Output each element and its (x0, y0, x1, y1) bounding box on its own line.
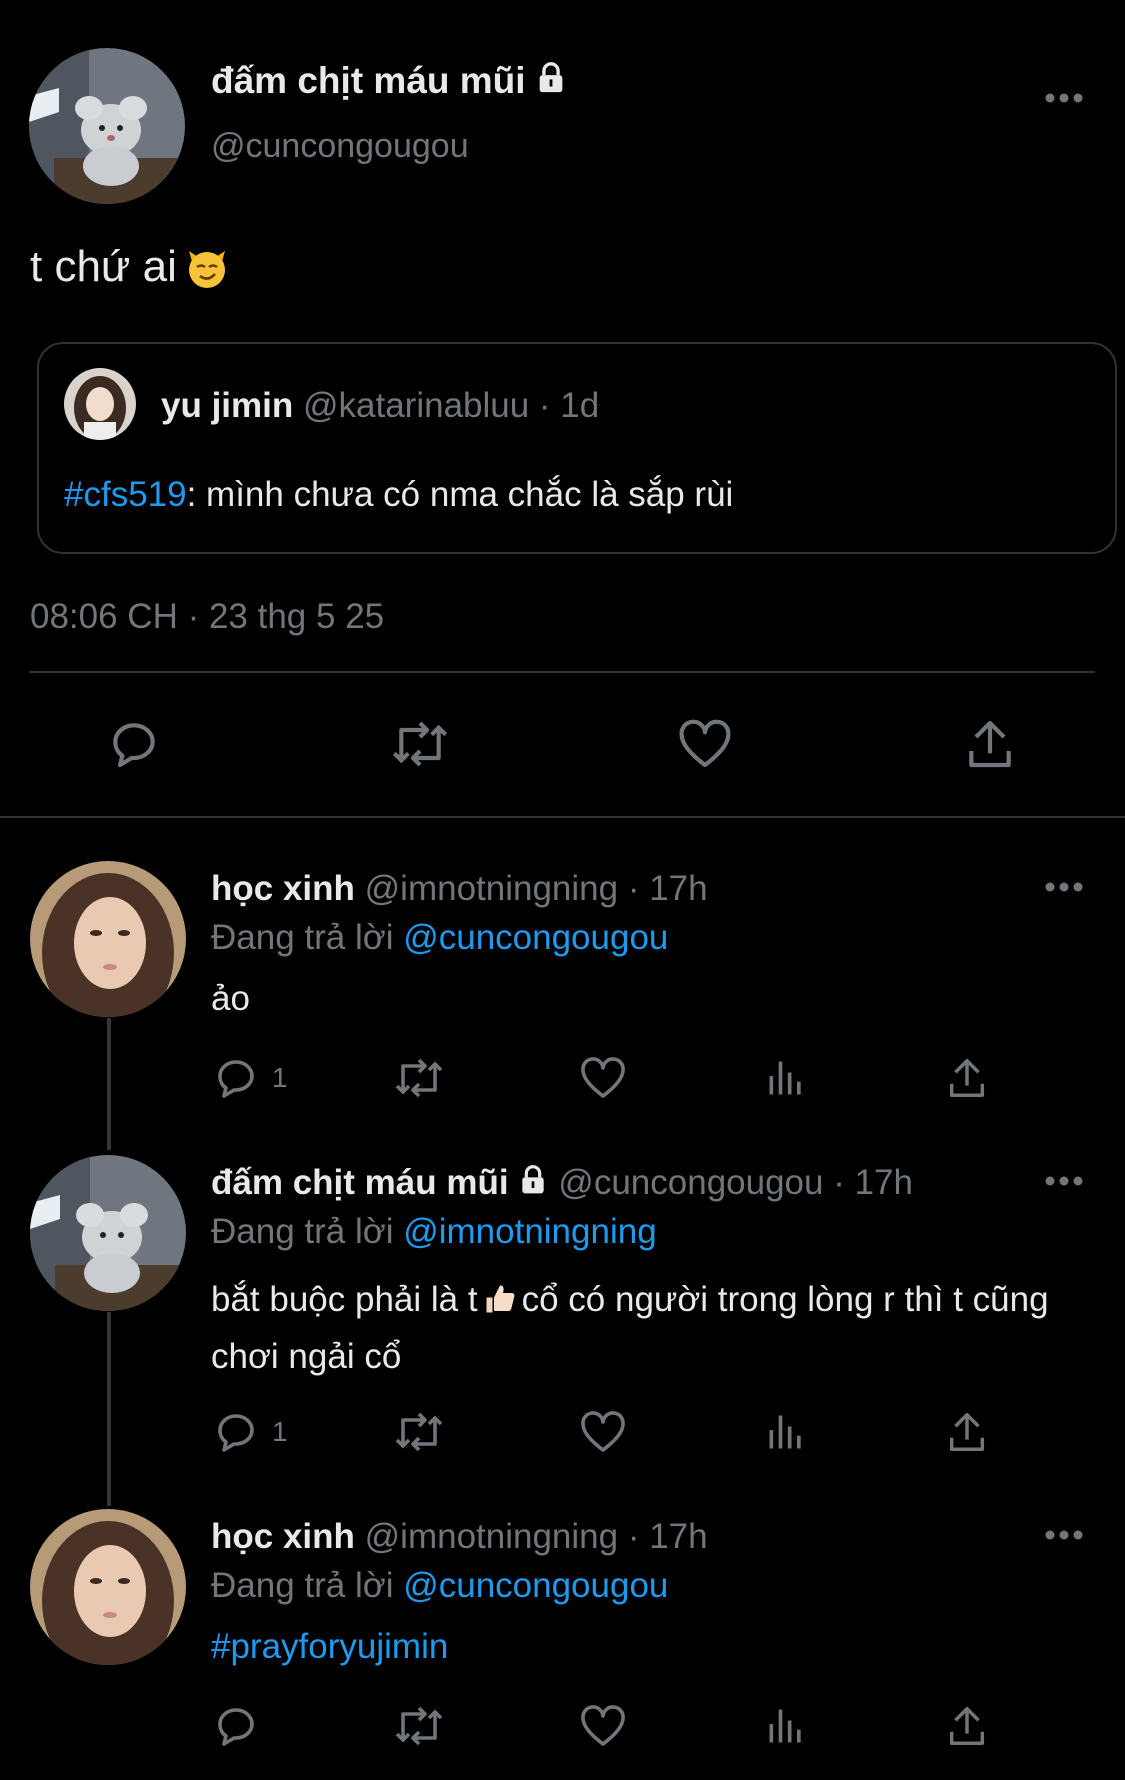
lock-icon (517, 1164, 549, 1205)
reply-meta: @cuncongougou · 17h (558, 1163, 913, 1202)
reply-count: 1 (272, 1062, 288, 1093)
main-avatar[interactable] (29, 48, 185, 204)
thread-connector-line (107, 1018, 111, 1150)
main-name-text: đấm chịt máu mũi (211, 60, 526, 101)
share-icon[interactable] (944, 1054, 990, 1102)
retweet-icon[interactable] (386, 716, 454, 772)
main-handle[interactable]: @cuncongougou (211, 127, 469, 166)
heart-icon[interactable] (676, 716, 734, 772)
reply-header: học xinh @imnotningning · 17h (211, 1517, 708, 1557)
heart-icon[interactable] (578, 1054, 628, 1102)
replying-to: Đang trả lời @cuncongougou (211, 918, 668, 958)
share-icon[interactable] (944, 1702, 990, 1750)
speech-bubble-icon[interactable] (212, 1054, 260, 1102)
quote-text-content: : mình chưa có nma chắc là sắp rùi (186, 475, 734, 514)
replying-to-handle[interactable]: @cuncongougou (403, 1566, 668, 1605)
bar-chart-icon[interactable] (764, 1702, 808, 1750)
reply-header: học xinh @imnotningning · 17h (211, 869, 708, 909)
speech-bubble-icon[interactable] (106, 716, 162, 772)
more-dots-icon[interactable] (1044, 1175, 1084, 1187)
share-icon[interactable] (944, 1408, 990, 1456)
quote-avatar[interactable] (64, 368, 136, 440)
replying-to: Đang trả lời @cuncongougou (211, 1566, 668, 1606)
quote-header: yu jimin @katarinabluu · 1d (161, 386, 599, 426)
reply-text-part: bắt buộc phải là t (211, 1280, 478, 1319)
quote-display-name[interactable]: yu jimin (161, 386, 293, 425)
main-display-name[interactable]: đấm chịt máu mũi (211, 60, 568, 104)
divider (29, 671, 1095, 673)
speech-bubble-icon[interactable] (212, 1408, 260, 1456)
retweet-icon[interactable] (391, 1408, 447, 1456)
bar-chart-icon[interactable] (764, 1054, 808, 1102)
replying-label: Đang trả lời (211, 918, 394, 957)
more-dots-icon[interactable] (1044, 1529, 1084, 1541)
tweet-timestamp[interactable]: 08:06 CH · 23 thg 5 25 (30, 597, 384, 637)
retweet-icon[interactable] (391, 1702, 447, 1750)
speech-bubble-icon[interactable] (212, 1702, 260, 1750)
heart-icon[interactable] (578, 1702, 628, 1750)
reply-avatar[interactable] (30, 1155, 186, 1311)
share-icon[interactable] (962, 716, 1018, 772)
quote-hashtag[interactable]: #cfs519 (64, 475, 187, 514)
thread-connector-line (107, 1312, 111, 1506)
reply-meta: @imnotningning · 17h (364, 1517, 708, 1556)
reply-display-name[interactable]: học xinh (211, 869, 355, 908)
reply-display-name[interactable]: học xinh (211, 1517, 355, 1556)
more-dots-icon[interactable] (1044, 881, 1084, 893)
more-dots-icon[interactable] (1044, 92, 1084, 104)
reply-avatar[interactable] (30, 1509, 186, 1665)
lock-icon (534, 61, 568, 104)
reply-count: 1 (272, 1416, 288, 1447)
reply-text: #prayforyujimin (211, 1621, 1091, 1672)
reply-hashtag[interactable]: #prayforyujimin (211, 1627, 448, 1666)
main-tweet-text-content: t chứ ai (30, 242, 177, 291)
reply-text: ảo (211, 979, 250, 1018)
retweet-icon[interactable] (391, 1054, 447, 1102)
tweet-detail-page: đấm chịt máu mũi @cuncongougou t chứ ai … (0, 0, 1125, 1780)
quoted-tweet-card[interactable]: yu jimin @katarinabluu · 1d #cfs519: mìn… (37, 342, 1117, 554)
quote-text: #cfs519: mình chưa có nma chắc là sắp rù… (64, 475, 733, 515)
heart-icon[interactable] (578, 1408, 628, 1456)
quote-handle-time: @katarinabluu · 1d (302, 386, 600, 425)
thumbs-up-emoji-icon (482, 1280, 518, 1331)
replying-label: Đang trả lời (211, 1566, 394, 1605)
replying-to: Đang trả lời @imnotningning (211, 1212, 657, 1252)
bar-chart-icon[interactable] (764, 1408, 808, 1456)
reply-meta: @imnotningning · 17h (364, 869, 708, 908)
reply-avatar[interactable] (30, 861, 186, 1017)
reply-display-name[interactable]: đấm chịt máu mũi (211, 1163, 509, 1202)
main-tweet-text: t chứ ai (30, 242, 229, 300)
replying-to-handle[interactable]: @cuncongougou (403, 918, 668, 957)
reply-text: bắt buộc phải là t cổ có người trong lòng… (211, 1274, 1091, 1382)
divider (0, 816, 1125, 818)
replying-label: Đang trả lời (211, 1212, 394, 1251)
reply-header: đấm chịt máu mũi @cuncongougou · 17h (211, 1163, 913, 1205)
smirking-cat-emoji-icon (185, 245, 229, 300)
replying-to-handle[interactable]: @imnotningning (403, 1212, 656, 1251)
